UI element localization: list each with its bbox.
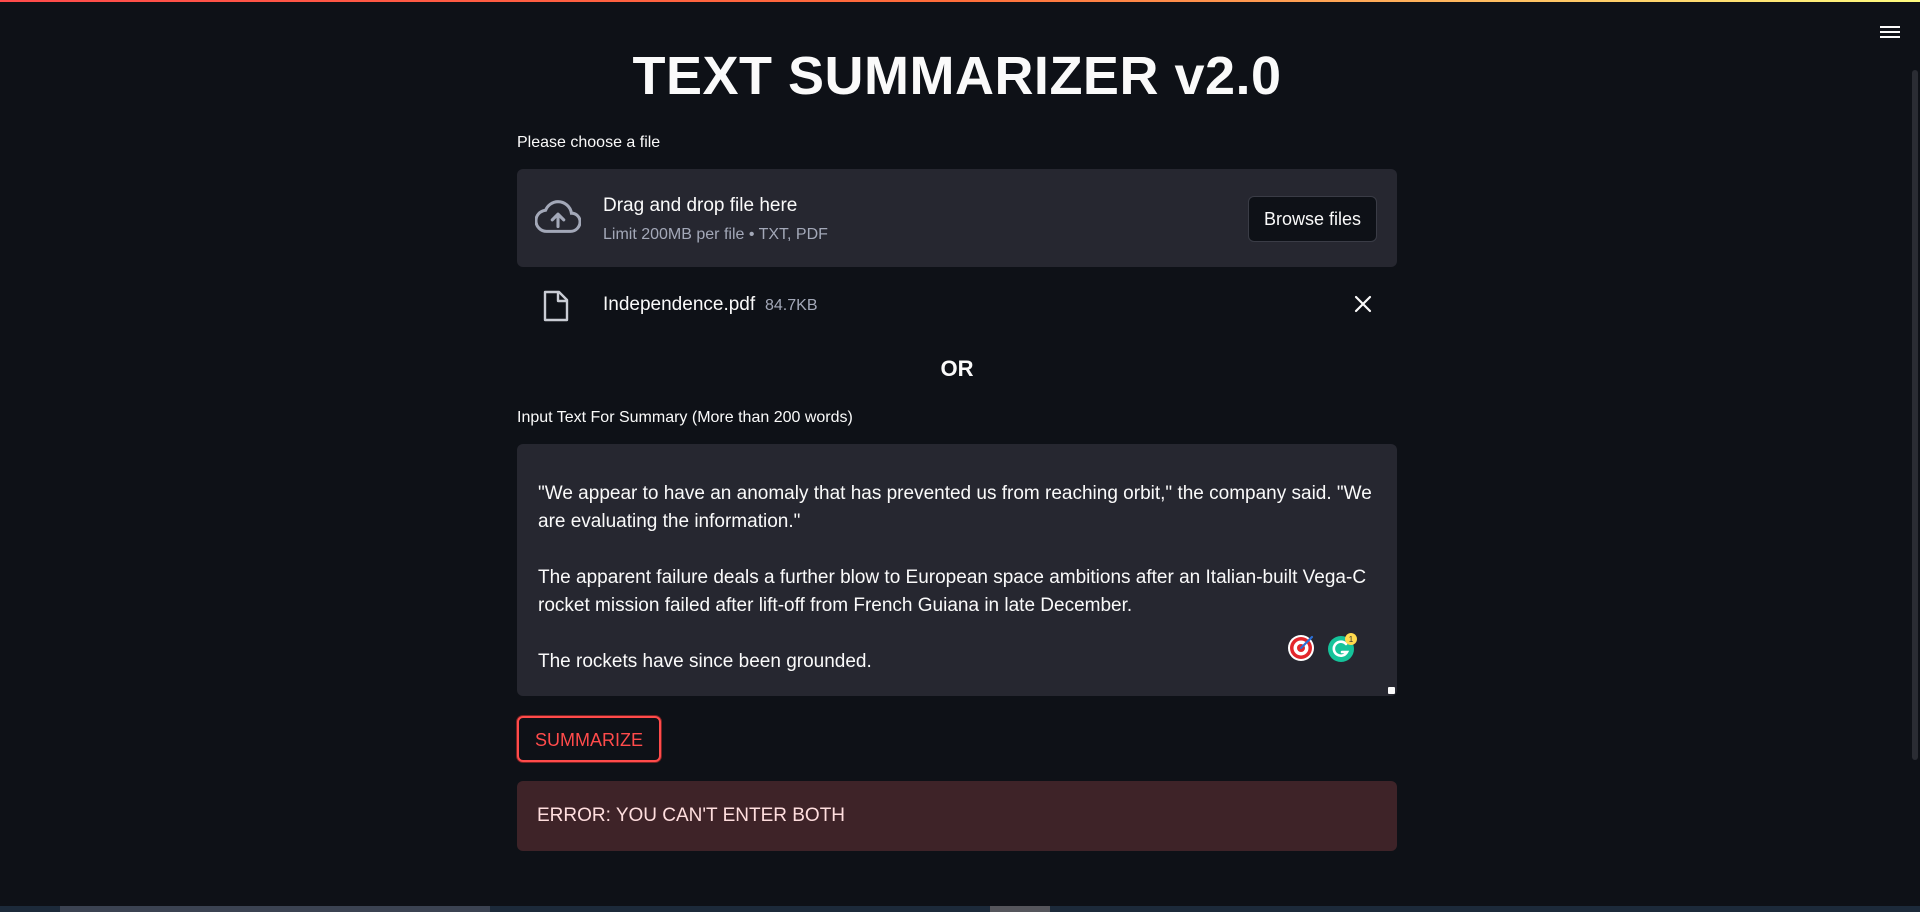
- dropzone-limits: Limit 200MB per file • TXT, PDF: [603, 226, 828, 243]
- uploaded-file-name: Independence.pdf: [603, 294, 756, 315]
- grammarly-icon[interactable]: 1: [1326, 632, 1358, 664]
- text-paragraph: The rockets have since been grounded.: [538, 651, 872, 672]
- vertical-scrollbar[interactable]: [1912, 70, 1918, 760]
- hamburger-menu-icon[interactable]: [1878, 20, 1902, 44]
- cloud-upload-icon: [535, 200, 581, 233]
- browse-files-button[interactable]: Browse files: [1247, 196, 1377, 242]
- summary-text-input[interactable]: "We appear to have an anomaly that has p…: [517, 444, 1397, 696]
- uploaded-file-row: Independence.pdf 84.7KB: [517, 280, 1397, 330]
- target-extension-icon[interactable]: [1286, 633, 1316, 663]
- os-taskbar: [0, 906, 1920, 912]
- summarize-button[interactable]: SUMMARIZE: [517, 716, 661, 762]
- menu-line: [1880, 36, 1900, 38]
- text-paragraph: "We appear to have an anomaly that has p…: [538, 483, 1372, 532]
- text-paragraph: The apparent failure deals a further blo…: [538, 567, 1367, 616]
- resize-handle[interactable]: [1388, 687, 1395, 694]
- menu-line: [1880, 31, 1900, 33]
- file-dropzone[interactable]: Drag and drop file here Limit 200MB per …: [517, 169, 1397, 267]
- taskbar-segment: [60, 906, 490, 912]
- main-content: TEXT SUMMARIZER v2.0 Please choose a fil…: [517, 0, 1397, 851]
- error-message: ERROR: YOU CAN'T ENTER BOTH: [517, 781, 1397, 851]
- page-title: TEXT SUMMARIZER v2.0: [632, 46, 1282, 106]
- dropzone-title: Drag and drop file here: [603, 195, 798, 216]
- file-icon: [543, 290, 569, 322]
- or-separator: OR: [940, 356, 974, 381]
- menu-line: [1880, 26, 1900, 28]
- file-uploader-label: Please choose a file: [517, 134, 661, 151]
- close-icon[interactable]: [1353, 294, 1373, 314]
- taskbar-segment: [990, 906, 1050, 912]
- text-input-label: Input Text For Summary (More than 200 wo…: [517, 409, 853, 426]
- grammarly-badge-count: 1: [1349, 635, 1354, 644]
- uploaded-file-size: 84.7KB: [765, 297, 818, 314]
